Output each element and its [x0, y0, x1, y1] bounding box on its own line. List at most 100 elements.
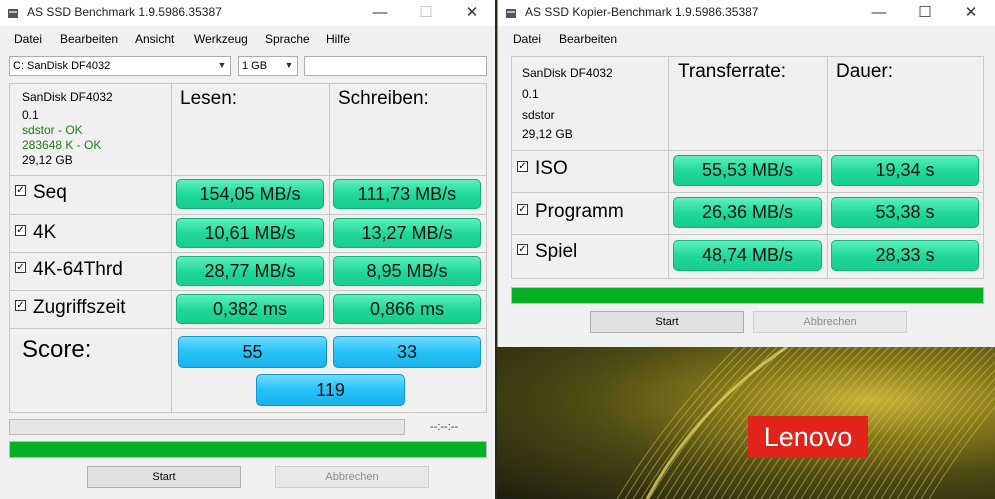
title-bar[interactable]: AS SSD Kopier-Benchmark 1.9.5986.35387 —… — [498, 0, 995, 26]
menu-datei[interactable]: Datei — [513, 32, 541, 46]
access-write-value: 0,866 ms — [333, 294, 481, 324]
divider — [512, 234, 983, 235]
iso-duration-value: 19,34 s — [831, 155, 979, 186]
divider — [512, 150, 983, 151]
main-progress-fill — [10, 442, 486, 457]
copy-benchmark-window: AS SSD Kopier-Benchmark 1.9.5986.35387 —… — [497, 0, 995, 347]
checkbox-icon[interactable]: ✓ — [15, 262, 26, 274]
4k64-read-value: 28,77 MB/s — [176, 256, 324, 286]
minimize-icon[interactable]: — — [357, 0, 403, 26]
feather-image — [616, 347, 995, 499]
copy-progress-bar — [511, 287, 984, 304]
chevron-down-icon: ▼ — [284, 60, 294, 70]
menu-sprache[interactable]: Sprache — [265, 32, 310, 46]
checkbox-icon[interactable]: ✓ — [15, 185, 26, 197]
app-icon — [8, 9, 18, 18]
drive-capacity: 29,12 GB — [522, 127, 573, 141]
row-label-text: Programm — [535, 201, 624, 222]
seq-read-value: 154,05 MB/s — [176, 179, 324, 209]
divider — [10, 214, 486, 215]
menu-bearbeiten[interactable]: Bearbeiten — [559, 32, 617, 46]
driver-status: sdstor - OK — [22, 123, 83, 137]
row-label-iso[interactable]: ✓ ISO — [517, 158, 568, 180]
menu-werkzeug[interactable]: Werkzeug — [194, 32, 248, 46]
divider — [10, 328, 486, 329]
divider — [827, 57, 828, 278]
divider — [10, 252, 486, 253]
divider — [668, 57, 669, 278]
name-input[interactable] — [304, 56, 487, 76]
close-icon[interactable]: ✕ — [449, 0, 495, 26]
cancel-button[interactable]: Abbrechen — [275, 466, 429, 488]
title-bar[interactable]: AS SSD Benchmark 1.9.5986.35387 — ☐ ✕ — [0, 0, 495, 26]
checkbox-icon[interactable]: ✓ — [15, 225, 26, 237]
copy-progress-fill — [512, 288, 983, 303]
menu-datei[interactable]: Datei — [14, 32, 42, 46]
4k-write-value: 13,27 MB/s — [333, 218, 481, 248]
drive-info: SanDisk DF4032 0.1 sdstor - OK 283648 K … — [22, 90, 113, 168]
row-label-4k[interactable]: ✓ 4K — [15, 222, 56, 244]
score-label: Score: — [22, 336, 92, 363]
divider — [10, 175, 486, 176]
maximize-icon[interactable]: ☐ — [403, 0, 449, 26]
drive-info: SanDisk DF4032 0.1 sdstor 29,12 GB — [522, 63, 613, 145]
read-header: Lesen: — [180, 88, 238, 109]
chevron-down-icon: ▼ — [217, 60, 227, 70]
app-icon — [506, 9, 516, 18]
drive-capacity: 29,12 GB — [22, 153, 73, 167]
row-label-zugriffszeit[interactable]: ✓ Zugriffszeit — [15, 297, 126, 319]
drive-select[interactable]: C: SanDisk DF4032 ▼ — [9, 56, 231, 76]
write-header: Schreiben: — [338, 88, 429, 109]
iso-rate-value: 55,53 MB/s — [673, 155, 822, 186]
close-icon[interactable]: ✕ — [948, 0, 994, 26]
seq-write-value: 111,73 MB/s — [333, 179, 481, 209]
menu-bearbeiten[interactable]: Bearbeiten — [60, 32, 118, 46]
programm-duration-value: 53,38 s — [831, 197, 979, 228]
checkbox-icon[interactable]: ✓ — [517, 161, 528, 173]
cancel-button[interactable]: Abbrechen — [753, 311, 907, 333]
score-read-value: 55 — [178, 336, 327, 368]
start-button[interactable]: Start — [590, 311, 744, 333]
window-title: AS SSD Benchmark 1.9.5986.35387 — [27, 5, 222, 19]
maximize-icon[interactable]: ☐ — [902, 0, 948, 26]
menu-bar: Datei Bearbeiten — [498, 26, 995, 52]
drive-model: SanDisk DF4032 — [22, 90, 113, 104]
row-label-seq[interactable]: ✓ Seq — [15, 182, 67, 204]
row-label-text: Spiel — [535, 241, 578, 262]
programm-rate-value: 26,36 MB/s — [673, 197, 822, 228]
menu-hilfe[interactable]: Hilfe — [326, 32, 350, 46]
spiel-duration-value: 28,33 s — [831, 240, 979, 271]
step-progress-bar — [9, 419, 405, 435]
row-label-spiel[interactable]: ✓ Spiel — [517, 241, 577, 263]
checkbox-icon[interactable]: ✓ — [517, 204, 528, 216]
window-title: AS SSD Kopier-Benchmark 1.9.5986.35387 — [525, 5, 759, 19]
size-select-value: 1 GB — [242, 60, 268, 72]
results-panel: SanDisk DF4032 0.1 sdstor - OK 283648 K … — [9, 83, 487, 413]
row-label-text: 4K-64Thrd — [33, 259, 123, 280]
4k64-write-value: 8,95 MB/s — [333, 256, 481, 286]
divider — [329, 84, 330, 329]
start-button[interactable]: Start — [87, 466, 241, 488]
as-ssd-benchmark-window: AS SSD Benchmark 1.9.5986.35387 — ☐ ✕ Da… — [0, 0, 495, 499]
main-progress-bar — [9, 441, 487, 458]
alignment-status: 283648 K - OK — [22, 138, 102, 152]
spiel-rate-value: 48,74 MB/s — [673, 240, 822, 271]
row-label-4k-64thrd[interactable]: ✓ 4K-64Thrd — [15, 259, 123, 281]
row-label-programm[interactable]: ✓ Programm — [517, 201, 624, 223]
score-total-value: 119 — [256, 374, 405, 406]
drive-firmware: 0.1 — [522, 87, 539, 101]
size-select[interactable]: 1 GB ▼ — [238, 56, 298, 76]
divider — [512, 192, 983, 193]
checkbox-icon[interactable]: ✓ — [517, 244, 528, 256]
row-label-text: Seq — [33, 182, 67, 203]
menu-ansicht[interactable]: Ansicht — [135, 32, 174, 46]
minimize-icon[interactable]: — — [856, 0, 902, 26]
transfer-rate-header: Transferrate: — [678, 61, 787, 82]
row-label-text: ISO — [535, 158, 568, 179]
desktop-wallpaper — [497, 347, 995, 499]
divider — [10, 290, 486, 291]
checkbox-icon[interactable]: ✓ — [15, 300, 26, 312]
copy-results-panel: SanDisk DF4032 0.1 sdstor 29,12 GB Trans… — [511, 56, 984, 279]
4k-read-value: 10,61 MB/s — [176, 218, 324, 248]
row-label-text: 4K — [33, 222, 57, 243]
